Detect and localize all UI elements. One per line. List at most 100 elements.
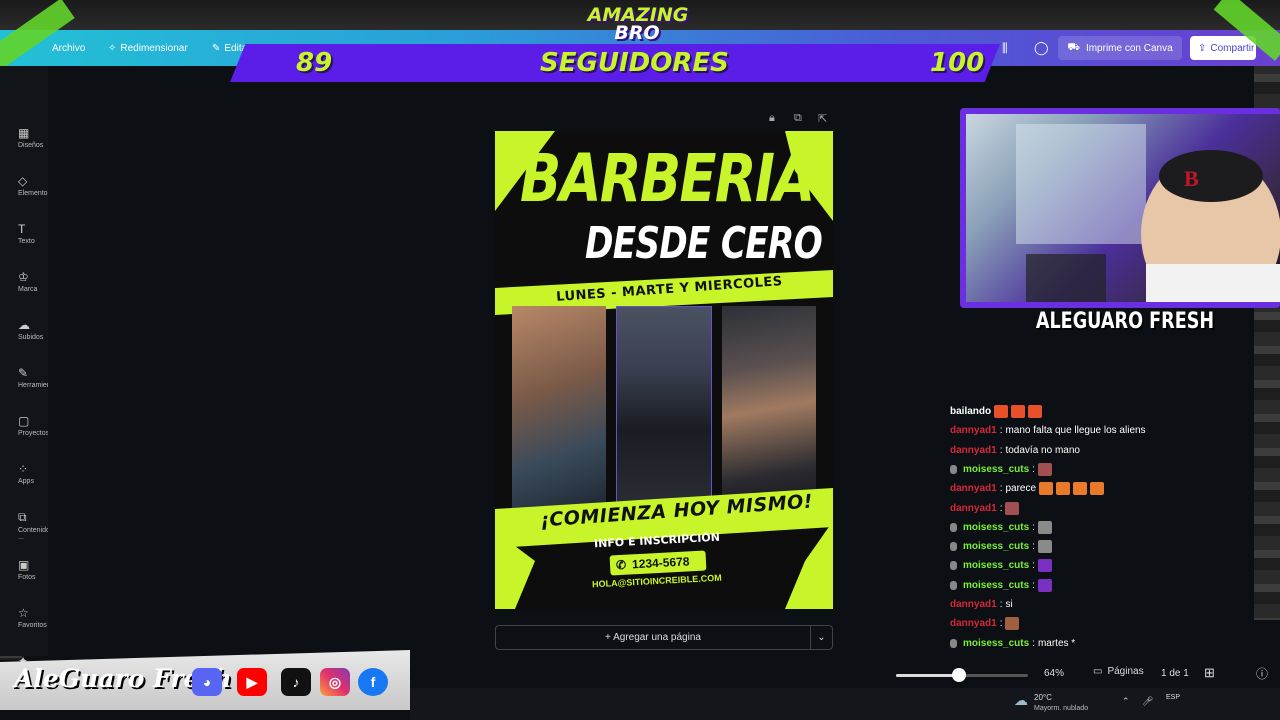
chat-username[interactable]: dannyad1 — [950, 503, 997, 514]
brand-logo-bottom: BRO — [614, 22, 660, 44]
chat-username[interactable]: bailando — [950, 406, 991, 417]
chat-separator: : — [1032, 579, 1035, 591]
help-icon[interactable]: ⓘ — [1256, 665, 1268, 682]
chat-text: todavía no mano — [1005, 444, 1080, 456]
webcam-feed: B — [966, 114, 1280, 302]
truck-icon: ⛟ — [1067, 41, 1080, 53]
print-with-canva-button[interactable]: ⛟ Imprime con Canva — [1058, 36, 1182, 60]
chat-text: si — [1005, 599, 1013, 610]
chat-message: moisess_cuts: — [950, 576, 1052, 595]
add-page-button[interactable]: + Agregar una página — [496, 632, 810, 643]
file-menu[interactable]: Archivo — [52, 30, 85, 66]
poster-subtitle: DESDE CERO — [585, 218, 823, 269]
brand-icon: ♔ — [18, 270, 29, 284]
chat-emote-icon — [1073, 482, 1088, 496]
folder-icon: ▢ — [18, 414, 30, 428]
chat-message: moisess_cuts: martes * — [950, 634, 1075, 653]
chat-username[interactable]: dannyad1 — [950, 618, 997, 629]
chat-username[interactable]: moisess_cuts — [963, 638, 1029, 649]
chat-username[interactable]: dannyad1 — [950, 599, 997, 610]
chat-emote-icon — [1037, 520, 1052, 534]
chevron-up-icon[interactable]: ⌃ — [1122, 696, 1130, 707]
pullup-photo[interactable] — [616, 306, 712, 512]
sidebar-item-label: Fotos — [18, 574, 36, 581]
sidebar-item-7[interactable]: ⁘ Apps — [18, 462, 48, 502]
chat-badge-icon — [950, 580, 957, 590]
chat-separator: : — [999, 444, 1003, 456]
chevron-down-icon[interactable]: ⌄ — [810, 626, 832, 649]
text-icon: T — [18, 222, 26, 236]
sidebar-item-label: Favoritos — [18, 622, 47, 629]
star-icon: ☆ — [18, 606, 29, 620]
sidebar-item-8[interactable]: ⧉ Contenido ... — [18, 510, 48, 550]
chat-emote-icon — [994, 405, 1009, 418]
chat-username[interactable]: moisess_cuts — [963, 541, 1029, 552]
chat-username[interactable]: moisess_cuts — [963, 464, 1029, 475]
sidebar-item-1[interactable]: ◇ Elementos — [18, 174, 48, 214]
instagram-icon[interactable]: ◎ — [320, 668, 350, 696]
chat-message: moisess_cuts: — [950, 518, 1052, 537]
sidebar-item-label: Herramientas — [18, 382, 48, 389]
shapes-icon: ◇ — [18, 174, 28, 188]
chat-emote-icon — [1056, 482, 1071, 496]
poster-title: BARBERIA — [520, 140, 815, 217]
apps-icon: ⁘ — [18, 462, 29, 476]
chat-username[interactable]: dannyad1 — [950, 483, 997, 494]
followers-goal: 100 — [930, 48, 985, 78]
streamer-name: ALEGUARO FRESH — [1035, 309, 1215, 334]
share-button[interactable]: ⇪ Compartir — [1190, 36, 1256, 60]
sidebar-item-9[interactable]: ▣ Fotos — [18, 558, 48, 598]
webcam-scene: B — [1016, 124, 1280, 302]
sidebar-item-4[interactable]: ☁ Subidos — [18, 318, 48, 358]
sidebar-item-label: Marca — [18, 286, 38, 293]
tiktok-icon[interactable]: ♪ — [281, 668, 311, 696]
chat-message: moisess_cuts: — [950, 556, 1052, 575]
kettlebell-photo[interactable] — [722, 306, 816, 512]
sidebar-item-5[interactable]: ✎ Herramientas — [18, 366, 48, 406]
chat-emote-icon — [1028, 405, 1043, 418]
chat-badge-icon — [950, 522, 957, 532]
discord-icon[interactable]: ◕ — [192, 668, 222, 696]
analytics-icon[interactable]: ⫼ — [1002, 30, 1008, 66]
comment-icon[interactable]: ◯ — [1034, 30, 1049, 66]
chat-separator: : — [1032, 560, 1035, 572]
chat-emote-icon — [1011, 405, 1026, 418]
dumbbell-photo[interactable] — [512, 306, 606, 512]
add-page-bar: + Agregar una página ⌄ — [495, 625, 833, 650]
zoom-slider-knob[interactable] — [952, 668, 967, 682]
weather-desc: Mayorm. nublado — [1034, 705, 1089, 712]
chat-separator: : — [1032, 637, 1035, 649]
chat-username[interactable]: dannyad1 — [950, 445, 997, 456]
chat-emote-icon — [1037, 540, 1052, 554]
facebook-icon[interactable]: f — [358, 668, 388, 696]
sidebar-item-10[interactable]: ☆ Favoritos — [18, 606, 48, 646]
sidebar-item-label: Contenido ... — [18, 527, 48, 541]
sidebar-item-6[interactable]: ▢ Proyectos — [18, 414, 48, 454]
cloud-icon: ☁ — [1014, 692, 1028, 708]
sidebar-item-0[interactable]: ▦ Diseños — [18, 126, 48, 166]
chat-separator: : — [999, 599, 1003, 610]
content-icon: ⧉ — [18, 510, 27, 524]
sidebar-item-label: Elementos — [18, 190, 48, 197]
duplicate-icon[interactable]: ⧉ — [794, 112, 802, 125]
resize-button[interactable]: ✧ Redimensionar — [108, 30, 188, 66]
chat-separator: : — [999, 483, 1003, 495]
chat-username[interactable]: moisess_cuts — [963, 580, 1029, 591]
weather-temp[interactable]: 20°C — [1034, 693, 1052, 702]
chat-message: dannyad1: todavía no mano — [950, 441, 1080, 460]
sidebar-item-3[interactable]: ♔ Marca — [18, 270, 48, 310]
grid-view-icon[interactable]: ⊞ — [1204, 665, 1215, 681]
pages-button[interactable]: ▭ Páginas — [1093, 666, 1144, 677]
sidebar-item-2[interactable]: T Texto — [18, 222, 48, 262]
microphone-icon[interactable]: 🎤︎ — [1142, 696, 1153, 707]
language-indicator[interactable]: ESP — [1166, 694, 1180, 701]
export-icon[interactable]: ⇱ — [818, 112, 827, 125]
youtube-icon[interactable]: ▶ — [237, 668, 267, 696]
lock-icon[interactable]: 🔒︎ — [769, 112, 775, 125]
chat-username[interactable]: dannyad1 — [950, 425, 997, 436]
zoom-level[interactable]: 64% — [1044, 668, 1064, 679]
chat-username[interactable]: moisess_cuts — [963, 522, 1029, 533]
followers-label: SEGUIDORES — [540, 48, 729, 78]
chat-username[interactable]: moisess_cuts — [963, 560, 1029, 571]
chat-emote-icon — [1090, 482, 1105, 496]
